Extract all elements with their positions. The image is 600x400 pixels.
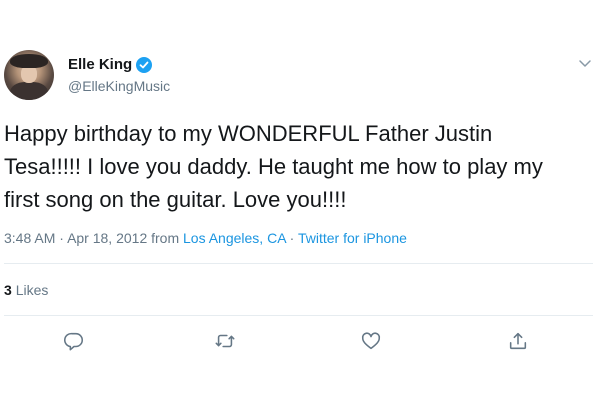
like-button[interactable] bbox=[358, 328, 384, 354]
likes-label: Likes bbox=[15, 282, 49, 298]
verified-badge-icon bbox=[136, 56, 153, 73]
tweet-text: Happy birthday to my WONDERFUL Father Ju… bbox=[4, 117, 594, 216]
avatar[interactable] bbox=[4, 50, 54, 100]
author-name[interactable]: Elle King bbox=[68, 56, 132, 73]
retweet-icon bbox=[215, 334, 235, 348]
tweet-card: Elle King @ElleKingMusic Happy birthday … bbox=[0, 0, 600, 400]
divider bbox=[4, 315, 593, 316]
tweet-time[interactable]: 3:48 AM bbox=[4, 230, 55, 246]
source-link[interactable]: Twitter for iPhone bbox=[298, 230, 407, 246]
tweet-text-line: Tesa!!!!! I love you daddy. He taught me… bbox=[4, 154, 543, 179]
location-link[interactable]: Los Angeles, CA bbox=[183, 230, 286, 246]
reply-button[interactable] bbox=[61, 328, 87, 354]
chevron-down-icon[interactable] bbox=[578, 58, 592, 68]
share-button[interactable] bbox=[505, 328, 531, 354]
meta-separator: · bbox=[289, 230, 295, 246]
author-name-row[interactable]: Elle King bbox=[68, 56, 153, 73]
author-handle[interactable]: @ElleKingMusic bbox=[68, 78, 170, 94]
avatar-body bbox=[10, 82, 48, 100]
retweet-button[interactable] bbox=[212, 328, 238, 354]
tweet-text-line: first song on the guitar. Love you!!!! bbox=[4, 187, 347, 212]
reply-icon bbox=[64, 332, 84, 351]
tweet-date[interactable]: Apr 18, 2012 bbox=[67, 230, 147, 246]
tweet-metadata: 3:48 AM · Apr 18, 2012 from Los Angeles,… bbox=[4, 230, 407, 246]
divider bbox=[4, 263, 593, 264]
likes-stat[interactable]: 3 Likes bbox=[4, 282, 48, 298]
avatar-hat bbox=[10, 54, 48, 68]
heart-icon bbox=[361, 332, 381, 350]
tweet-text-line: Happy birthday to my WONDERFUL Father Ju… bbox=[4, 121, 493, 146]
from-label: from bbox=[151, 230, 180, 246]
tweet-actions bbox=[0, 328, 600, 354]
share-icon bbox=[509, 332, 527, 350]
meta-separator: · bbox=[59, 230, 64, 246]
likes-count: 3 bbox=[4, 282, 12, 298]
